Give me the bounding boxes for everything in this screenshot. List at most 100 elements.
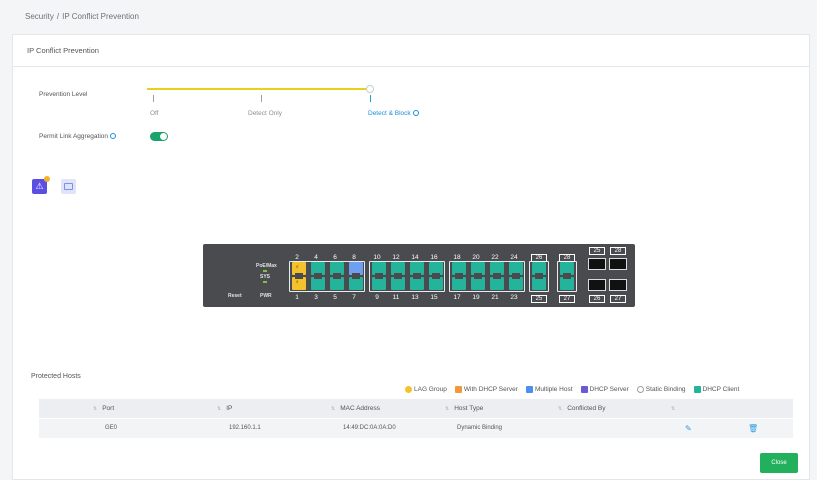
port-number: 9 [375, 294, 379, 301]
sort-icon: ⇅ [93, 406, 98, 412]
legend-label: DHCP Client [702, 386, 740, 393]
port-2[interactable]: ⚡ [292, 262, 306, 276]
panel-title: IP Conflict Prevention [27, 46, 99, 55]
port-18[interactable] [452, 262, 466, 276]
column-header-host-type[interactable]: ⇅ Host Type [445, 405, 483, 412]
legend-item: Static Binding [636, 386, 686, 393]
table-row[interactable]: GE0 192.160.1.1 14:49:DC:0A:0A:D0 Dynami… [39, 419, 793, 438]
port-16[interactable] [429, 262, 443, 276]
switch-front-panel: PoE/Max SYS PWR Reset 2 4 6 8 10 12 14 1… [203, 244, 635, 307]
column-header-port[interactable]: ⇅ Port [93, 405, 114, 412]
sfp-number-boxed: 28 [610, 247, 626, 255]
port-number-boxed: 25 [531, 295, 547, 303]
sfp-port[interactable] [588, 279, 606, 291]
port-number: 15 [430, 294, 438, 301]
pwr-label: PWR [260, 293, 272, 299]
port-22[interactable] [490, 262, 504, 276]
sort-icon: ⇅ [217, 406, 222, 412]
prevention-level-label: Prevention Level [39, 91, 88, 98]
legend-item: Multiple Host [525, 386, 573, 393]
port-11[interactable] [391, 276, 405, 290]
dhcp-server-icon [580, 386, 588, 393]
port-24[interactable] [509, 262, 523, 276]
port-number-boxed: 28 [559, 254, 575, 262]
delete-icon[interactable]: 🗑 [748, 424, 758, 433]
protected-hosts-title: Protected Hosts [31, 373, 81, 380]
port-number: 23 [510, 294, 518, 301]
info-icon[interactable] [412, 110, 419, 116]
column-header-mac-address[interactable]: ⇅ MAC Address [331, 405, 380, 412]
port-10[interactable] [372, 262, 386, 276]
divider [13, 66, 809, 67]
port-20[interactable] [471, 262, 485, 276]
port-8[interactable] [349, 262, 363, 276]
port-21[interactable] [490, 276, 504, 290]
column-header-conflicted-by[interactable]: ⇅ Conflicted By [558, 405, 606, 412]
port-17[interactable] [452, 276, 466, 290]
monitor-icon [64, 183, 73, 190]
port-number: 17 [453, 294, 461, 301]
port-13[interactable] [410, 276, 424, 290]
legend-label: Static Binding [645, 386, 686, 393]
port-5[interactable] [330, 276, 344, 290]
port-number: 24 [510, 254, 518, 261]
legend-item: DHCP Client [693, 386, 740, 393]
slider-tick-detect-block [370, 95, 371, 102]
port-number: 19 [472, 294, 480, 301]
lag-badge: ⚡ [295, 265, 300, 271]
port-number: 20 [472, 254, 480, 261]
port-number: 2 [295, 254, 299, 261]
port-7[interactable] [349, 276, 363, 290]
permit-link-aggregation-toggle[interactable] [150, 132, 168, 141]
legend-label: DHCP Server [589, 386, 629, 393]
level-detect-block-option[interactable]: Detect & Block [368, 110, 419, 117]
port-number: 21 [491, 294, 499, 301]
level-off-option[interactable]: Off [150, 110, 159, 117]
breadcrumb-separator: / [56, 12, 60, 21]
port-25[interactable] [532, 276, 546, 290]
prevention-level-slider-track[interactable] [147, 88, 370, 90]
port-15[interactable] [429, 276, 443, 290]
column-label: Conflicted By [567, 405, 606, 412]
port-26[interactable] [532, 262, 546, 276]
port-23[interactable] [509, 276, 523, 290]
level-detect-only-option[interactable]: Detect Only [248, 110, 282, 117]
port-12[interactable] [391, 262, 405, 276]
legend-item: DHCP Server [580, 386, 629, 393]
port-number: 12 [392, 254, 400, 261]
port-6[interactable] [330, 262, 344, 276]
slider-tick-detect-only [261, 95, 262, 102]
breadcrumb-section[interactable]: Security [25, 12, 54, 21]
level-detect-block-label: Detect & Block [368, 110, 411, 117]
info-icon[interactable] [110, 133, 117, 139]
port-27[interactable] [560, 276, 574, 290]
legend-label: LAG Group [414, 386, 447, 393]
sfp-port[interactable] [609, 258, 627, 270]
prevention-level-slider-handle[interactable] [366, 85, 374, 93]
port-9[interactable] [372, 276, 386, 290]
edit-icon[interactable]: ✎ [685, 424, 692, 433]
legend-label: Multiple Host [534, 386, 573, 393]
legend-item: With DHCP Server [454, 386, 518, 393]
port-3[interactable] [311, 276, 325, 290]
conflict-warning-button[interactable]: ⚠ [32, 176, 50, 194]
column-header-ip[interactable]: ⇅ IP [217, 405, 232, 412]
legend-label: With DHCP Server [463, 386, 518, 393]
monitor-view-button[interactable] [61, 179, 76, 194]
port-1[interactable]: ⚡ [292, 276, 306, 290]
port-14[interactable] [410, 262, 424, 276]
port-number: 5 [333, 294, 337, 301]
protected-hosts-table: ⇅ Port ⇅ IP ⇅ MAC Address ⇅ Host Type ⇅ Confl… [39, 399, 793, 438]
sfp-port[interactable] [588, 258, 606, 270]
port-4[interactable] [311, 262, 325, 276]
port-19[interactable] [471, 276, 485, 290]
sfp-port[interactable] [609, 279, 627, 291]
breadcrumb: Security / IP Conflict Prevention [25, 12, 139, 21]
close-button[interactable]: Close [760, 453, 798, 473]
column-header-actions[interactable]: ⇅ [671, 405, 680, 412]
notification-dot [44, 176, 50, 182]
port-number: 22 [491, 254, 499, 261]
port-28[interactable] [560, 262, 574, 276]
port-number: 1 [295, 294, 299, 301]
legend-item: LAG Group [405, 386, 447, 393]
